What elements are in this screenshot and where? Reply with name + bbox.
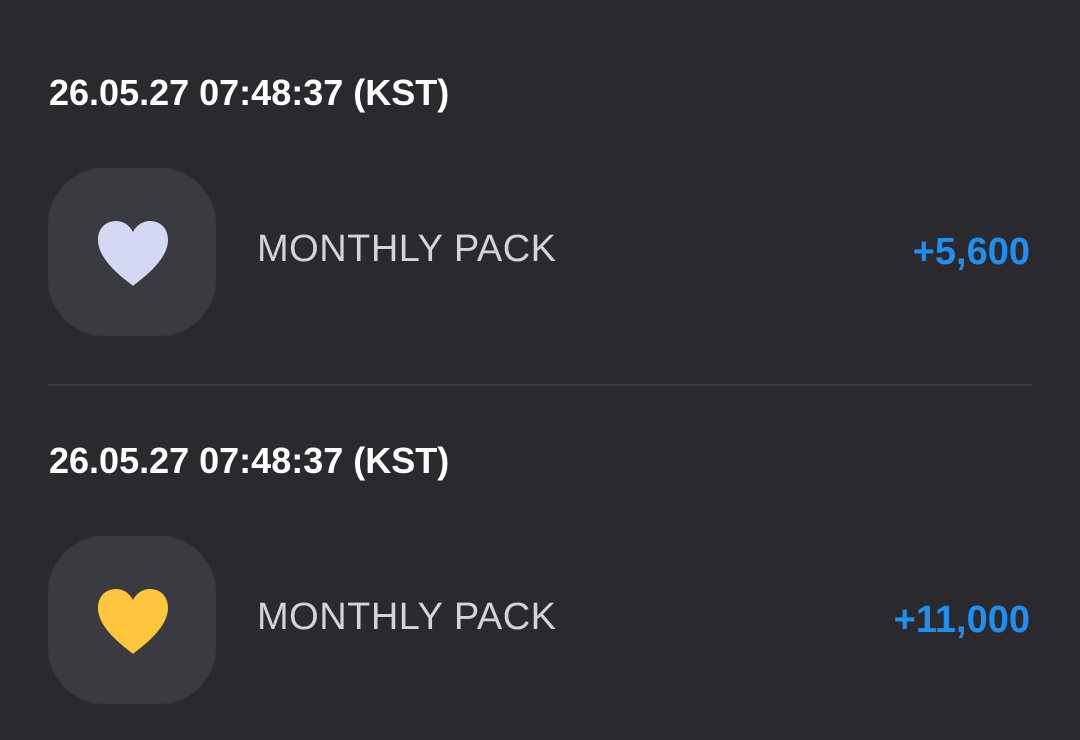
transaction-history-screen: 26.05.27 07:48:37 (KST) MONTHLY PACK +5,… [0, 0, 1080, 740]
transaction-timestamp: 26.05.27 07:48:37 (KST) [49, 72, 450, 113]
heart-icon-graphic [98, 589, 168, 654]
heart-icon [48, 168, 216, 336]
transaction-timestamp: 26.05.27 07:48:37 (KST) [49, 440, 450, 481]
transaction-amount: +11,000 [893, 599, 1030, 641]
transaction-row[interactable]: MONTHLY PACK +11,000 [0, 536, 1080, 704]
heart-icon-graphic [98, 221, 168, 286]
transaction-label: MONTHLY PACK [257, 596, 557, 638]
list-divider [48, 384, 1032, 386]
transaction-label: MONTHLY PACK [257, 228, 557, 270]
transaction-row[interactable]: MONTHLY PACK +5,600 [0, 168, 1080, 336]
heart-icon [48, 536, 216, 704]
transaction-amount: +5,600 [912, 231, 1030, 273]
